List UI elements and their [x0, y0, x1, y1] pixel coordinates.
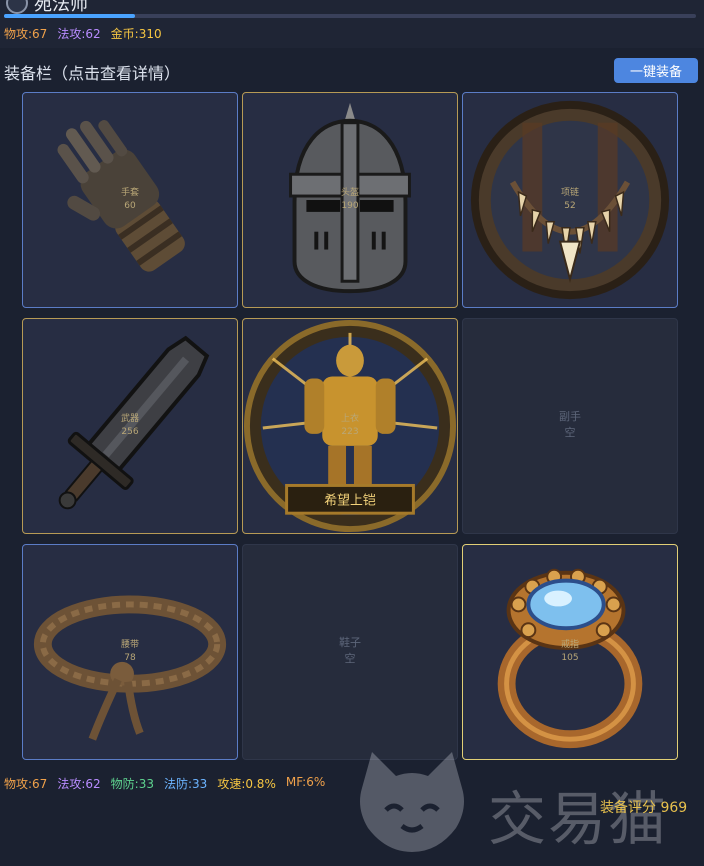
stat-gold: 金币:310 — [110, 27, 162, 41]
slot-value: 78 — [124, 653, 136, 663]
slot-name: 手套 — [120, 188, 139, 198]
slot-value: 223 — [341, 427, 359, 437]
stat-physical-attack: 物攻:67 — [4, 27, 48, 41]
slot-label: 腰带 78 — [23, 639, 237, 665]
stat-magic-attack: 法攻:62 — [57, 777, 101, 791]
slot-label: 手套 60 — [23, 187, 237, 213]
svg-text:希望上铠: 希望上铠 — [324, 492, 376, 508]
slot-name: 腰带 — [120, 640, 139, 650]
slot-name: 鞋子 — [339, 636, 361, 649]
stat-magic-find: MF:6% — [285, 775, 326, 789]
total-stats: 物攻:67 法攻:62 物防:33 法防:33 攻速:0.8% MF:6% — [4, 775, 325, 792]
stat-attack-speed: 攻速:0.8% — [217, 777, 276, 791]
slot-name: 上衣 — [340, 414, 359, 424]
equipment-grid: 手套 60 头盔 190 项链 52 武器 256 希望上铠 上衣 223 副手… — [22, 92, 678, 760]
slot-label: 项链 52 — [463, 187, 677, 213]
equipment-slot-weapon[interactable]: 武器 256 — [22, 318, 238, 534]
slot-label: 武器 256 — [23, 413, 237, 439]
equip-all-button[interactable]: 一键装备 — [614, 58, 698, 83]
slot-label: 上衣 223 — [243, 413, 457, 439]
cat-logo-icon — [360, 752, 464, 852]
slot-label: 鞋子 空 — [243, 635, 457, 667]
equipment-score: 装备评分 969 — [600, 800, 688, 816]
xp-bar-fill — [4, 14, 136, 18]
slot-value: 空 — [344, 652, 356, 665]
avatar[interactable] — [6, 0, 28, 14]
slot-name: 项链 — [560, 188, 579, 198]
stat-physical-attack: 物攻:67 — [4, 777, 48, 791]
equipment-slot-shoes[interactable]: 鞋子 空 — [242, 544, 458, 760]
equipment-slot-necklace[interactable]: 项链 52 — [462, 92, 678, 308]
slot-name: 戒指 — [560, 640, 579, 650]
equipment-title: 装备栏（点击查看详情） — [4, 64, 181, 83]
slot-name: 副手 — [559, 410, 581, 423]
slot-label: 副手 空 — [463, 409, 677, 441]
slot-value: 256 — [121, 427, 139, 437]
header-stats: 物攻:67 法攻:62 金币:310 — [4, 25, 162, 42]
equipment-slot-ring[interactable]: 戒指 105 — [462, 544, 678, 760]
slot-value: 190 — [341, 201, 359, 211]
slot-label: 头盔 190 — [243, 187, 457, 213]
stat-magic-attack: 法攻:62 — [57, 27, 101, 41]
slot-name: 头盔 — [340, 188, 359, 198]
stat-physical-defense: 物防:33 — [110, 777, 154, 791]
slot-value: 105 — [561, 653, 579, 663]
slot-value: 空 — [564, 426, 576, 439]
slot-name: 武器 — [120, 414, 139, 424]
equipment-slot-belt[interactable]: 腰带 78 — [22, 544, 238, 760]
slot-value: 52 — [564, 201, 576, 211]
equipment-slot-helmet[interactable]: 头盔 190 — [242, 92, 458, 308]
slot-value: 60 — [124, 201, 136, 211]
xp-bar — [4, 14, 696, 18]
top-header: 苑法师 物攻:67 法攻:62 金币:310 — [0, 0, 704, 48]
stat-magic-defense: 法防:33 — [163, 777, 208, 791]
equipment-slot-armor[interactable]: 希望上铠 上衣 223 — [242, 318, 458, 534]
equipment-slot-gloves[interactable]: 手套 60 — [22, 92, 238, 308]
equipment-slot-offhand[interactable]: 副手 空 — [462, 318, 678, 534]
slot-label: 戒指 105 — [463, 639, 677, 665]
